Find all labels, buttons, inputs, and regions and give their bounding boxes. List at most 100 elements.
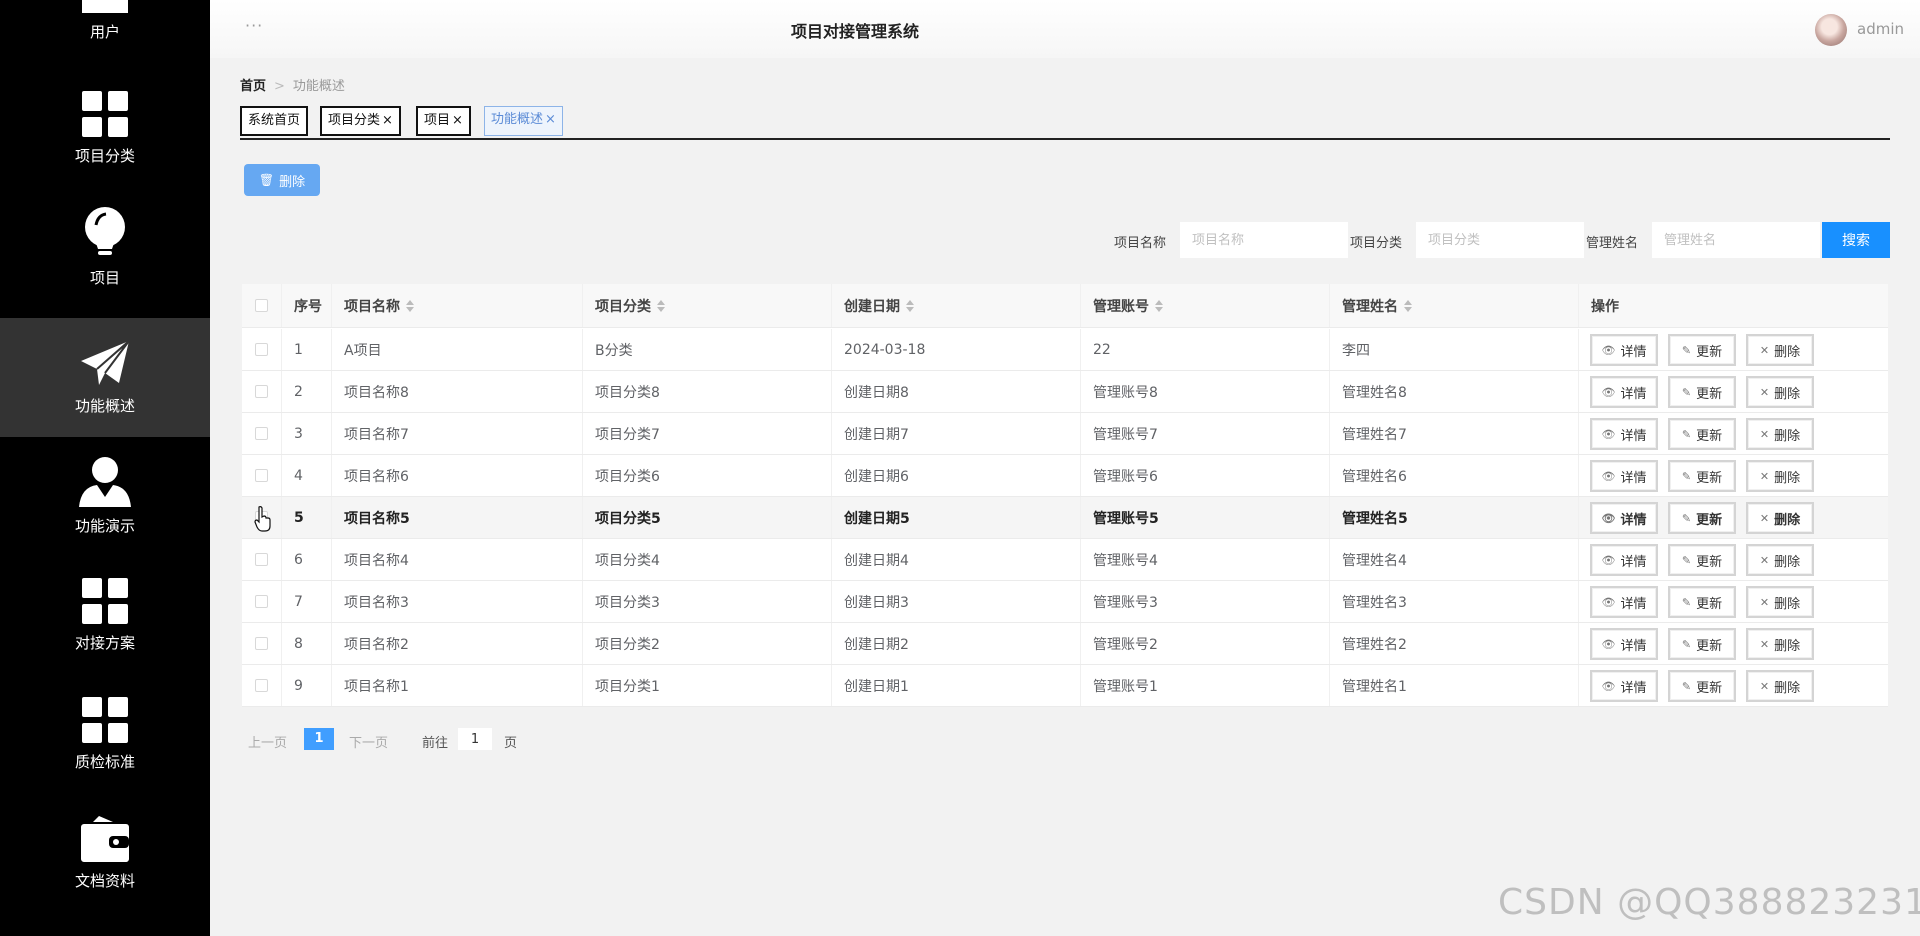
view-button[interactable]: 👁 详情 <box>1590 544 1658 576</box>
table-cell-manager: 管理姓名2 <box>1330 623 1579 664</box>
table-cell-index: 6 <box>282 539 332 580</box>
tab-system-home[interactable]: 系统首页 <box>240 106 309 136</box>
batch-delete-button[interactable]: 🗑 删除 <box>244 164 320 196</box>
table-row[interactable]: 6 项目名称4 项目分类4 创建日期4 管理账号4 管理姓名4 👁 详情 ✎ 更新 ✕ 删除 <box>242 539 1888 581</box>
column-header[interactable]: 项目分类 <box>583 284 832 327</box>
row-checkbox[interactable] <box>255 469 268 482</box>
sidebar-item-feature-demo[interactable]: 功能演示 <box>0 437 210 556</box>
table-row[interactable]: 4 项目名称6 项目分类6 创建日期6 管理账号6 管理姓名6 👁 详情 ✎ 更新 ✕ 删除 <box>242 455 1888 497</box>
view-button[interactable]: 👁 详情 <box>1590 418 1658 450</box>
sidebar-item-project[interactable]: 项目 <box>0 188 210 307</box>
row-checkbox[interactable] <box>255 553 268 566</box>
project-name-search-input[interactable] <box>1180 222 1348 258</box>
sidebar-item-integration-plan[interactable]: 对接方案 <box>0 556 210 675</box>
select-all-checkbox[interactable] <box>255 299 268 312</box>
delete-button-label: 删除 <box>1774 428 1801 444</box>
close-icon[interactable]: × <box>545 112 556 127</box>
tabs-bar: 系统首页 项目分类 × 项目 × 功能概述 × <box>240 106 1890 140</box>
project-category-search-input[interactable] <box>1416 222 1584 258</box>
view-button[interactable]: 👁 详情 <box>1590 376 1658 408</box>
table-cell-name: 项目名称7 <box>332 413 583 454</box>
delete-button[interactable]: ✕ 删除 <box>1746 670 1814 702</box>
row-checkbox[interactable] <box>255 427 268 440</box>
avatar[interactable] <box>1815 14 1847 46</box>
table-cell-category: 项目分类5 <box>583 497 832 538</box>
goto-page-input[interactable] <box>458 728 492 750</box>
view-button[interactable]: 👁 详情 <box>1590 460 1658 492</box>
next-page-button[interactable]: 下一页 <box>349 732 388 751</box>
top-bar: ··· 项目对接管理系统 admin <box>210 0 1920 58</box>
manager-name-search-input[interactable] <box>1652 222 1820 258</box>
breadcrumb-home[interactable]: 首页 <box>240 79 266 94</box>
edit-button[interactable]: ✎ 更新 <box>1668 628 1736 660</box>
grid-icon <box>82 91 128 137</box>
sidebar-item-quality-standard[interactable]: 质检标准 <box>0 675 210 794</box>
page-number-current[interactable]: 1 <box>304 728 334 750</box>
sidebar-item-project-category[interactable]: 项目分类 <box>0 69 210 188</box>
row-checkbox[interactable] <box>255 595 268 608</box>
sidebar-item-feature-overview[interactable]: 功能概述 <box>0 318 210 437</box>
view-button[interactable]: 👁 详情 <box>1590 586 1658 618</box>
table-cell-category: 项目分类1 <box>583 665 832 706</box>
edit-button[interactable]: ✎ 更新 <box>1668 460 1736 492</box>
view-button[interactable]: 👁 详情 <box>1590 670 1658 702</box>
delete-button[interactable]: ✕ 删除 <box>1746 418 1814 450</box>
view-button[interactable]: 👁 详情 <box>1590 628 1658 660</box>
delete-button[interactable]: ✕ 删除 <box>1746 586 1814 618</box>
edit-button[interactable]: ✎ 更新 <box>1668 670 1736 702</box>
column-header[interactable]: 管理姓名 <box>1330 284 1579 327</box>
sort-icon[interactable] <box>906 299 914 312</box>
delete-button[interactable]: ✕ 删除 <box>1746 460 1814 492</box>
sort-icon[interactable] <box>657 299 665 312</box>
table-row[interactable]: 1 A项目 B分类 2024-03-18 22 李四 👁 详情 ✎ 更新 ✕ 删除 <box>242 329 1888 371</box>
table-cell-actions: 👁 详情 ✎ 更新 ✕ 删除 <box>1579 665 1888 706</box>
edit-button[interactable]: ✎ 更新 <box>1668 502 1736 534</box>
row-checkbox[interactable] <box>255 385 268 398</box>
table-cell-account: 管理账号8 <box>1081 371 1330 412</box>
tab-project-category[interactable]: 项目分类 × <box>320 106 401 136</box>
sort-icon[interactable] <box>1404 299 1412 312</box>
view-button[interactable]: 👁 详情 <box>1590 502 1658 534</box>
table-row[interactable]: 3 项目名称7 项目分类7 创建日期7 管理账号7 管理姓名7 👁 详情 ✎ 更新 ✕ 删除 <box>242 413 1888 455</box>
table-cell-actions: 👁 详情 ✎ 更新 ✕ 删除 <box>1579 329 1888 370</box>
eye-icon: 👁 <box>1601 385 1616 399</box>
username[interactable]: admin <box>1857 20 1904 38</box>
edit-button[interactable]: ✎ 更新 <box>1668 586 1736 618</box>
column-header[interactable]: 项目名称 <box>332 284 583 327</box>
sort-icon[interactable] <box>406 299 414 312</box>
edit-button[interactable]: ✎ 更新 <box>1668 334 1736 366</box>
row-checkbox[interactable] <box>255 343 268 356</box>
column-header[interactable]: 管理账号 <box>1081 284 1330 327</box>
edit-button[interactable]: ✎ 更新 <box>1668 418 1736 450</box>
paper-plane-icon <box>81 340 130 385</box>
close-icon[interactable]: × <box>382 113 393 128</box>
delete-button[interactable]: ✕ 删除 <box>1746 376 1814 408</box>
table-row[interactable]: 2 项目名称8 项目分类8 创建日期8 管理账号8 管理姓名8 👁 详情 ✎ 更新 ✕ 删除 <box>242 371 1888 413</box>
prev-page-button[interactable]: 上一页 <box>248 732 287 751</box>
table-row[interactable]: 5 项目名称5 项目分类5 创建日期5 管理账号5 管理姓名5 👁 详情 ✎ 更新 ✕ 删除 <box>242 497 1888 539</box>
delete-button[interactable]: ✕ 删除 <box>1746 544 1814 576</box>
row-checkbox[interactable] <box>255 637 268 650</box>
sidebar-item-label: 项目 <box>89 269 120 287</box>
search-button[interactable]: 搜索 <box>1822 222 1890 258</box>
edit-button[interactable]: ✎ 更新 <box>1668 544 1736 576</box>
eye-icon: 👁 <box>1601 469 1616 483</box>
view-button[interactable]: 👁 详情 <box>1590 334 1658 366</box>
column-header[interactable]: 创建日期 <box>832 284 1081 327</box>
edit-button[interactable]: ✎ 更新 <box>1668 376 1736 408</box>
tab-project[interactable]: 项目 × <box>416 106 471 136</box>
delete-button[interactable]: ✕ 删除 <box>1746 502 1814 534</box>
table-row[interactable]: 8 项目名称2 项目分类2 创建日期2 管理账号2 管理姓名2 👁 详情 ✎ 更新 ✕ 删除 <box>242 623 1888 665</box>
sidebar-item-documents[interactable]: 文档资料 <box>0 794 210 913</box>
sidebar-item-users[interactable]: 用户 <box>0 0 210 64</box>
close-icon[interactable]: × <box>452 113 463 128</box>
table-row[interactable]: 7 项目名称3 项目分类3 创建日期3 管理账号3 管理姓名3 👁 详情 ✎ 更新 ✕ 删除 <box>242 581 1888 623</box>
tab-feature-overview[interactable]: 功能概述 × <box>484 106 563 136</box>
delete-button[interactable]: ✕ 删除 <box>1746 628 1814 660</box>
row-checkbox[interactable] <box>255 679 268 692</box>
sort-icon[interactable] <box>1155 299 1163 312</box>
delete-button[interactable]: ✕ 删除 <box>1746 334 1814 366</box>
x-icon: ✕ <box>1759 343 1770 357</box>
table-row[interactable]: 9 项目名称1 项目分类1 创建日期1 管理账号1 管理姓名1 👁 详情 ✎ 更新 ✕ 删除 <box>242 665 1888 707</box>
row-checkbox-cell <box>242 623 282 664</box>
